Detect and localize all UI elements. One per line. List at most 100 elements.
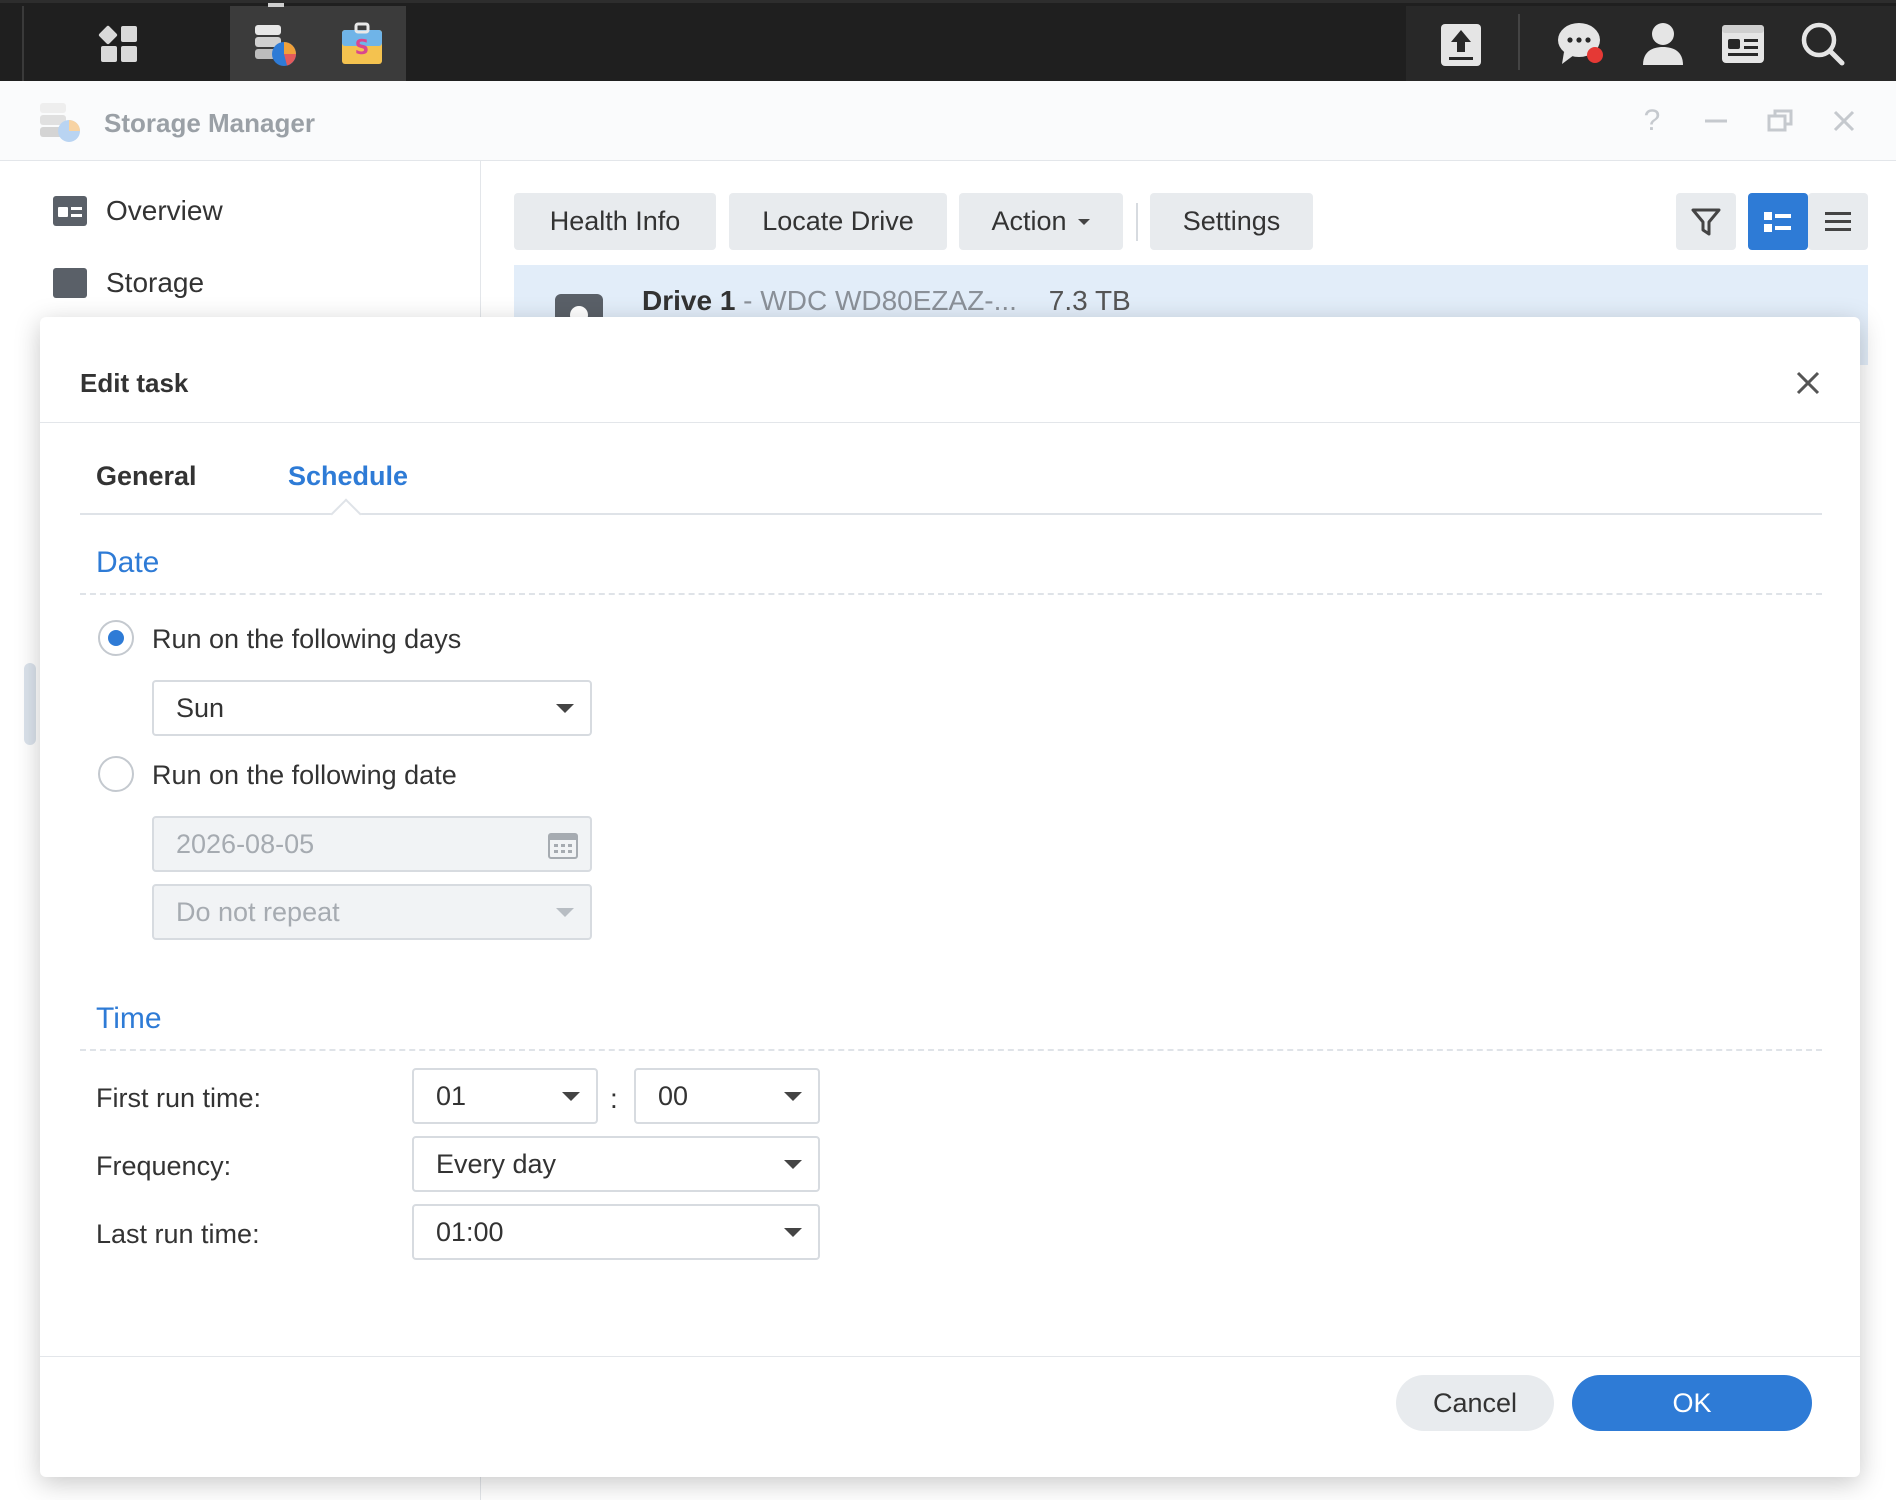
taskbar-tray <box>1406 6 1896 82</box>
list-view-button[interactable] <box>1748 193 1808 250</box>
tab-general[interactable]: General <box>96 461 197 492</box>
section-divider <box>80 593 1822 595</box>
drive-model: WDC WD80EZAZ-... <box>760 285 1017 316</box>
run-on-days-label: Run on the following days <box>152 624 462 654</box>
minimize-icon <box>1705 119 1727 123</box>
first-run-minute-value: 00 <box>658 1080 689 1111</box>
window-title: Storage Manager <box>104 108 315 138</box>
action-dropdown[interactable]: Action <box>959 193 1123 250</box>
last-run-time-select[interactable]: 01:00 <box>412 1204 820 1260</box>
dialog-title: Edit task <box>80 368 189 398</box>
overview-icon <box>53 196 87 226</box>
chat-icon <box>1558 23 1603 64</box>
first-run-minute-select[interactable]: 00 <box>634 1068 820 1124</box>
svg-text:S: S <box>355 35 369 59</box>
storage-manager-app-icon <box>40 103 80 142</box>
tab-schedule[interactable]: Schedule <box>288 461 408 492</box>
sidebar-item-label: Storage <box>106 267 205 298</box>
user-button[interactable] <box>1628 6 1698 82</box>
main-menu-button[interactable] <box>24 6 214 82</box>
list-view-icon <box>1764 211 1791 232</box>
date-field-value: 2026-08-05 <box>176 828 315 859</box>
drive-name: Drive 1 <box>642 285 736 316</box>
filter-button[interactable] <box>1676 193 1736 250</box>
active-tab-indicator <box>330 498 362 530</box>
ok-button[interactable]: OK <box>1572 1375 1812 1431</box>
frequency-label: Frequency: <box>96 1151 232 1181</box>
dialog-close-button[interactable] <box>1788 363 1828 403</box>
days-select-value: Sun <box>176 692 225 723</box>
sidebar-item-overview[interactable]: Overview <box>52 195 223 227</box>
notification-dot <box>1587 47 1603 63</box>
restore-icon <box>1767 109 1793 132</box>
time-section-title: Time <box>96 1002 162 1035</box>
taskbar-storage-manager[interactable] <box>230 6 318 82</box>
active-indicator <box>268 3 284 7</box>
upload-button[interactable] <box>1426 6 1496 82</box>
restore-button[interactable] <box>1760 101 1800 141</box>
repeat-select-value: Do not repeat <box>176 896 340 927</box>
window-titlebar: Storage Manager ? <box>0 81 1896 161</box>
sidebar-item-label: Overview <box>106 195 223 226</box>
locate-drive-button[interactable]: Locate Drive <box>729 193 947 250</box>
chat-button[interactable] <box>1546 6 1616 82</box>
section-divider <box>80 1049 1822 1051</box>
dialog-tabs: General Schedule <box>80 441 1822 530</box>
chevron-down-icon <box>784 1228 802 1237</box>
sidebar-item-storage[interactable]: Storage <box>52 267 204 299</box>
days-select[interactable]: Sun <box>152 680 592 736</box>
sidebar-selection-marker <box>24 663 36 745</box>
help-button[interactable]: ? <box>1632 101 1672 141</box>
help-icon: ? <box>1643 104 1661 137</box>
taskbar: S <box>0 0 1896 82</box>
filter-icon <box>1691 208 1721 235</box>
storage-manager-app-icon <box>255 25 296 66</box>
drive-info: Drive 1 - WDC WD80EZAZ-... 7.3 TB <box>642 285 1131 317</box>
taskbar-package-center[interactable]: S <box>318 6 406 82</box>
package-center-app-icon: S <box>342 22 382 64</box>
first-run-time-label: First run time: <box>96 1083 262 1113</box>
chevron-down-icon <box>784 1092 802 1101</box>
close-icon <box>1796 371 1820 395</box>
chevron-down-icon <box>556 908 574 917</box>
menu-icon <box>1825 211 1851 231</box>
frequency-select[interactable]: Every day <box>412 1136 820 1192</box>
first-run-hour-select[interactable]: 01 <box>412 1068 598 1124</box>
date-field[interactable]: 2026-08-05 <box>152 816 592 872</box>
calendar-icon[interactable] <box>548 831 578 859</box>
drive-separator: - <box>735 285 761 316</box>
user-icon <box>1643 23 1683 65</box>
minimize-button[interactable] <box>1696 101 1736 141</box>
action-label: Action <box>991 206 1067 236</box>
time-separator: : <box>610 1083 618 1114</box>
repeat-select[interactable]: Do not repeat <box>152 884 592 940</box>
drive-size: 7.3 TB <box>1048 285 1131 316</box>
search-button[interactable] <box>1788 6 1858 82</box>
run-on-days-radio[interactable] <box>98 620 134 656</box>
upload-icon <box>1441 24 1481 66</box>
chevron-down-icon <box>784 1160 802 1169</box>
chevron-down-icon <box>1077 218 1090 225</box>
run-on-date-radio[interactable] <box>98 756 134 792</box>
frequency-value: Every day <box>436 1148 557 1179</box>
cancel-button[interactable]: Cancel <box>1396 1375 1554 1431</box>
widgets-button[interactable] <box>1708 6 1778 82</box>
toolbar-divider <box>1136 203 1138 241</box>
chevron-down-icon <box>556 704 574 713</box>
run-on-date-label: Run on the following date <box>152 760 457 790</box>
last-run-time-label: Last run time: <box>96 1219 260 1249</box>
health-info-button[interactable]: Health Info <box>514 193 716 250</box>
close-icon <box>1833 110 1855 132</box>
window-close-button[interactable] <box>1824 101 1864 141</box>
widgets-icon <box>1722 25 1764 63</box>
first-run-hour-value: 01 <box>436 1080 467 1111</box>
date-section-title: Date <box>96 546 160 579</box>
settings-button[interactable]: Settings <box>1150 193 1313 250</box>
dialog-header: Edit task <box>40 343 1860 423</box>
last-run-time-value: 01:00 <box>436 1216 504 1247</box>
compact-view-button[interactable] <box>1808 193 1868 250</box>
storage-icon <box>53 268 87 298</box>
tray-divider <box>1518 14 1520 70</box>
edit-task-dialog: Edit task General Schedule Date Run on t… <box>40 343 1860 1451</box>
chevron-down-icon <box>562 1092 580 1101</box>
